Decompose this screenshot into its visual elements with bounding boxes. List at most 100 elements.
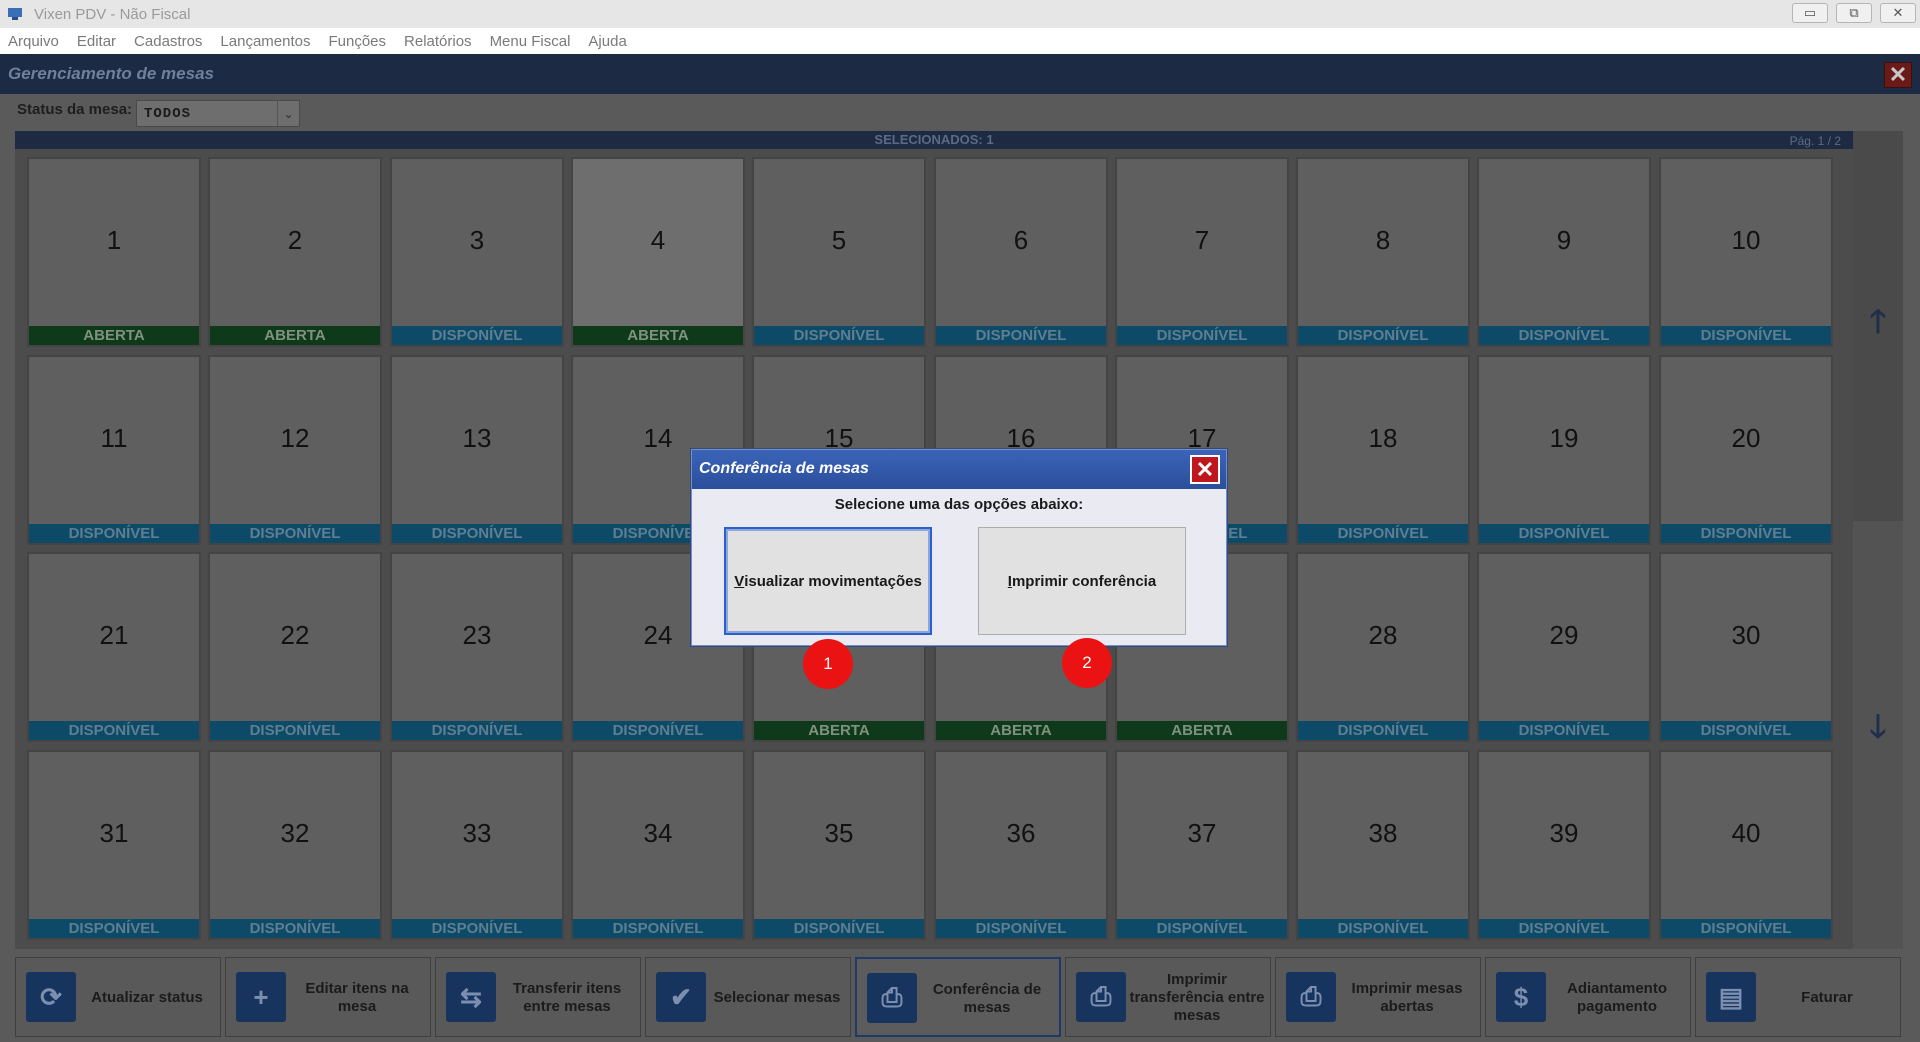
document-transfer-icon: ⇆	[446, 972, 496, 1022]
table-card[interactable]: 38 DISPONÍVEL	[1296, 750, 1470, 940]
print-check-button[interactable]: Imprimir conferência	[978, 527, 1186, 635]
table-card[interactable]: 6 DISPONÍVEL	[934, 157, 1108, 347]
table-card[interactable]: 34 DISPONÍVEL	[571, 750, 745, 940]
view-movements-button[interactable]: Visualizar movimentações	[724, 527, 932, 635]
chevron-down-icon[interactable]: ⌄	[277, 101, 299, 126]
table-status-badge: DISPONÍVEL	[1479, 524, 1649, 543]
table-status-badge: ABERTA	[210, 326, 380, 345]
tool-label: Conferência de mesas	[932, 981, 1042, 1016]
table-card[interactable]: 37 DISPONÍVEL	[1115, 750, 1289, 940]
table-status-badge: DISPONÍVEL	[1298, 919, 1468, 938]
table-card[interactable]: 4 ABERTA	[571, 157, 745, 347]
grid-scrollbar[interactable]: 🡑 🡓	[1853, 131, 1903, 949]
arrow-down-icon[interactable]: 🡓	[1853, 708, 1903, 751]
menu-bar: Arquivo Editar Cadastros Lançamentos Fun…	[0, 28, 1920, 54]
table-status-badge: DISPONÍVEL	[573, 919, 743, 938]
table-number: 13	[462, 423, 492, 453]
table-number: 39	[1549, 818, 1579, 848]
table-card[interactable]: 23 DISPONÍVEL	[390, 552, 564, 742]
table-status-badge: DISPONÍVEL	[936, 326, 1106, 345]
table-card[interactable]: 36 DISPONÍVEL	[934, 750, 1108, 940]
print-open-tables-button[interactable]: ⎙ Imprimir mesas abertas	[1275, 957, 1481, 1037]
table-card[interactable]: 12 DISPONÍVEL	[208, 355, 382, 545]
tool-label: Imprimir transferência entre mesas	[1129, 971, 1265, 1024]
selected-count: SELECIONADOS: 1	[874, 132, 994, 147]
table-number: 22	[280, 620, 310, 650]
status-filter-select[interactable]: TODOS ⌄	[136, 100, 300, 127]
tool-label: Atualizar status	[91, 989, 203, 1006]
table-card[interactable]: 5 DISPONÍVEL	[752, 157, 926, 347]
table-card[interactable]: 35 DISPONÍVEL	[752, 750, 926, 940]
table-number: 7	[1194, 225, 1210, 255]
tool-label: Selecionar mesas	[713, 989, 841, 1006]
printer-transfer-icon: ⎙	[1076, 972, 1126, 1022]
close-window-button[interactable]: ✕	[1880, 3, 1916, 23]
table-card[interactable]: 9 DISPONÍVEL	[1477, 157, 1651, 347]
window-title: Vixen PDV - Não Fiscal	[34, 5, 191, 23]
menu-funcoes[interactable]: Funções	[328, 33, 386, 50]
menu-relatorios[interactable]: Relatórios	[404, 33, 472, 50]
table-card[interactable]: 20 DISPONÍVEL	[1659, 355, 1833, 545]
table-number: 28	[1368, 620, 1398, 650]
table-number: 38	[1368, 818, 1398, 848]
menu-fiscal[interactable]: Menu Fiscal	[490, 33, 571, 50]
table-number: 1	[106, 225, 122, 255]
table-status-badge: DISPONÍVEL	[1661, 524, 1831, 543]
table-number: 29	[1549, 620, 1579, 650]
table-number: 35	[824, 818, 854, 848]
table-card[interactable]: 2 ABERTA	[208, 157, 382, 347]
invoice-button[interactable]: ▤ Faturar	[1695, 957, 1901, 1037]
table-card[interactable]: 28 DISPONÍVEL	[1296, 552, 1470, 742]
table-status-badge: ABERTA	[573, 326, 743, 345]
table-card[interactable]: 11 DISPONÍVEL	[27, 355, 201, 545]
menu-ajuda[interactable]: Ajuda	[588, 33, 626, 50]
table-status-badge: DISPONÍVEL	[29, 721, 199, 740]
arrow-up-icon[interactable]: 🡑	[1853, 303, 1903, 346]
table-card[interactable]: 31 DISPONÍVEL	[27, 750, 201, 940]
table-status-badge: DISPONÍVEL	[1298, 721, 1468, 740]
dialog-prompt: Selecione uma das opções abaixo:	[834, 496, 1084, 513]
advance-payment-button[interactable]: $ Adiantamento pagamento	[1485, 957, 1691, 1037]
table-card[interactable]: 21 DISPONÍVEL	[27, 552, 201, 742]
table-number: 3	[469, 225, 485, 255]
table-status-badge: DISPONÍVEL	[392, 721, 562, 740]
document-add-icon: +	[236, 972, 286, 1022]
table-card[interactable]: 10 DISPONÍVEL	[1659, 157, 1833, 347]
menu-editar[interactable]: Editar	[77, 33, 116, 50]
table-card[interactable]: 30 DISPONÍVEL	[1659, 552, 1833, 742]
table-status-badge: ABERTA	[29, 326, 199, 345]
table-card[interactable]: 1 ABERTA	[27, 157, 201, 347]
menu-cadastros[interactable]: Cadastros	[134, 33, 202, 50]
table-card[interactable]: 39 DISPONÍVEL	[1477, 750, 1651, 940]
table-card[interactable]: 22 DISPONÍVEL	[208, 552, 382, 742]
table-number: 9	[1556, 225, 1572, 255]
table-card[interactable]: 29 DISPONÍVEL	[1477, 552, 1651, 742]
module-close-button[interactable]: ✕	[1884, 62, 1912, 88]
table-status-badge: DISPONÍVEL	[1117, 326, 1287, 345]
select-tables-button[interactable]: ✔ Selecionar mesas	[645, 957, 851, 1037]
table-card[interactable]: 3 DISPONÍVEL	[390, 157, 564, 347]
window-titlebar: Vixen PDV - Não Fiscal ▭ ⧉ ✕	[0, 0, 1920, 28]
module-title: Gerenciamento de mesas	[8, 64, 214, 83]
minimize-button[interactable]: ▭	[1792, 3, 1828, 23]
table-card[interactable]: 13 DISPONÍVEL	[390, 355, 564, 545]
table-card[interactable]: 33 DISPONÍVEL	[390, 750, 564, 940]
menu-lancamentos[interactable]: Lançamentos	[220, 33, 310, 50]
refresh-status-button[interactable]: ⟳ Atualizar status	[15, 957, 221, 1037]
table-card[interactable]: 40 DISPONÍVEL	[1659, 750, 1833, 940]
table-check-button[interactable]: ⎙ Conferência de mesas	[855, 957, 1061, 1037]
edit-items-button[interactable]: + Editar itens na mesa	[225, 957, 431, 1037]
table-card[interactable]: 32 DISPONÍVEL	[208, 750, 382, 940]
table-card[interactable]: 8 DISPONÍVEL	[1296, 157, 1470, 347]
table-card[interactable]: 7 DISPONÍVEL	[1115, 157, 1289, 347]
table-card[interactable]: 19 DISPONÍVEL	[1477, 355, 1651, 545]
table-number: 36	[1006, 818, 1036, 848]
menu-arquivo[interactable]: Arquivo	[8, 33, 59, 50]
print-transfer-button[interactable]: ⎙ Imprimir transferência entre mesas	[1065, 957, 1271, 1037]
table-number: 10	[1731, 225, 1761, 255]
table-card[interactable]: 18 DISPONÍVEL	[1296, 355, 1470, 545]
transfer-items-button[interactable]: ⇆ Transferir itens entre mesas	[435, 957, 641, 1037]
dialog-close-button[interactable]: ✕	[1190, 455, 1220, 484]
page-indicator: Pág. 1 / 2	[1789, 134, 1841, 148]
restore-button[interactable]: ⧉	[1836, 3, 1872, 23]
